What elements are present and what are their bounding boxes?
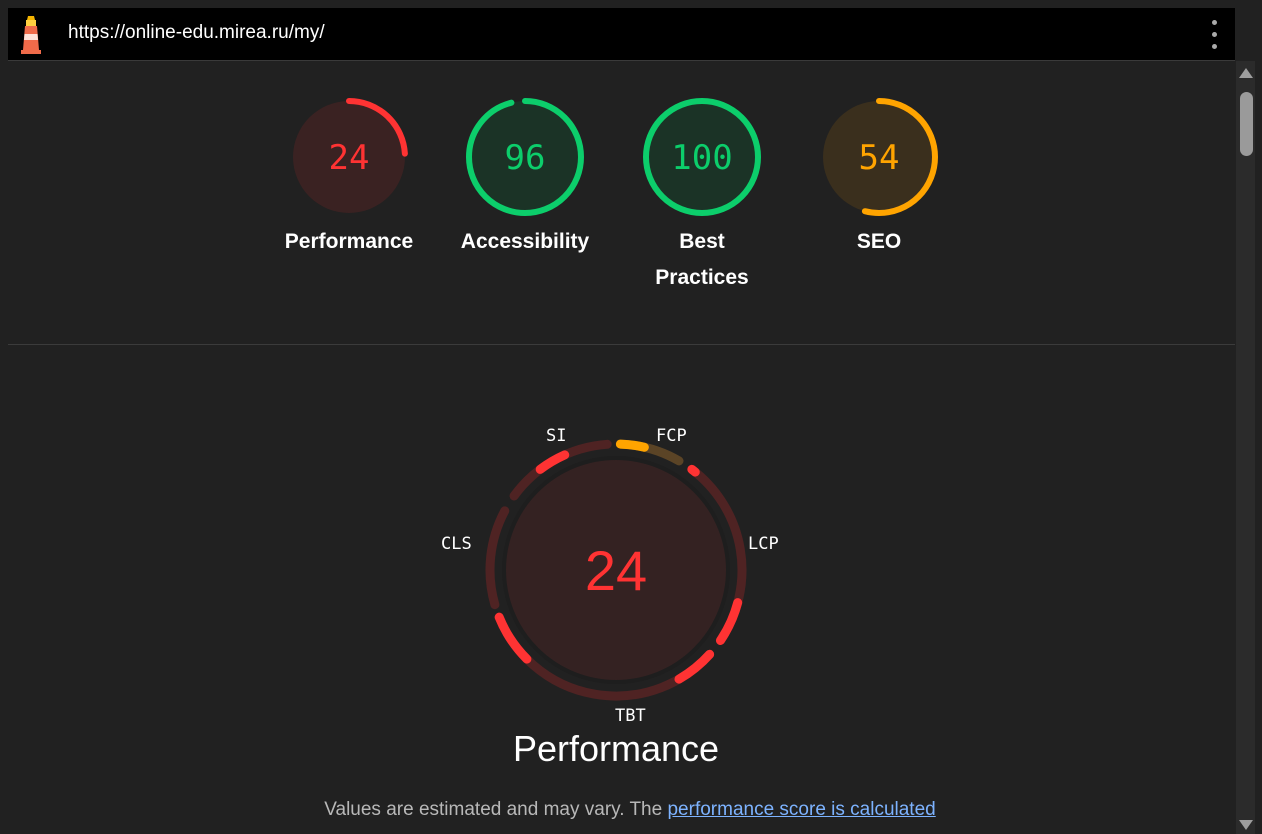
browser-toolbar: https://online-edu.mirea.ru/my/ (8, 8, 1235, 61)
note-text: Values are estimated and may vary. The (324, 799, 668, 820)
gauge-score: 100 (671, 138, 732, 178)
scroll-up-arrow-icon[interactable] (1239, 68, 1253, 78)
score-calculation-link[interactable]: performance score is calculated (667, 799, 935, 820)
metric-label-cls: CLS (441, 534, 472, 554)
metric-label-fcp: FCP (656, 426, 687, 446)
gauge-score: 54 (859, 138, 900, 178)
performance-title: Performance (512, 728, 720, 769)
metric-label-tbt: TBT (615, 706, 646, 726)
gauge-score: 24 (329, 138, 370, 178)
gauge-accessibility[interactable]: 96 Accessibility (460, 96, 590, 260)
url-text[interactable]: https://online-edu.mirea.ru/my/ (68, 22, 325, 44)
gauge-label: Best Practices (655, 230, 749, 289)
section-divider (8, 344, 1235, 345)
scroll-down-arrow-icon[interactable] (1239, 820, 1253, 830)
gauge-score: 96 (505, 138, 546, 178)
metric-label-lcp: LCP (748, 534, 779, 554)
gauge-performance[interactable]: 24 Performance (284, 96, 414, 260)
estimate-note: Values are estimated and may vary. The p… (230, 799, 1030, 821)
scrollbar[interactable] (1236, 61, 1255, 834)
gauge-best-practices[interactable]: 100 Best Practices (637, 96, 767, 296)
gauge-label: Accessibility (460, 230, 590, 253)
kebab-menu-icon[interactable] (1204, 16, 1224, 54)
gauge-label: SEO (856, 230, 902, 253)
metric-label-si: SI (546, 426, 567, 446)
gauge-label: Performance (284, 230, 414, 253)
gauge-seo[interactable]: 54 SEO (814, 96, 944, 260)
lighthouse-icon (21, 16, 41, 54)
scrollbar-thumb[interactable] (1240, 92, 1253, 156)
